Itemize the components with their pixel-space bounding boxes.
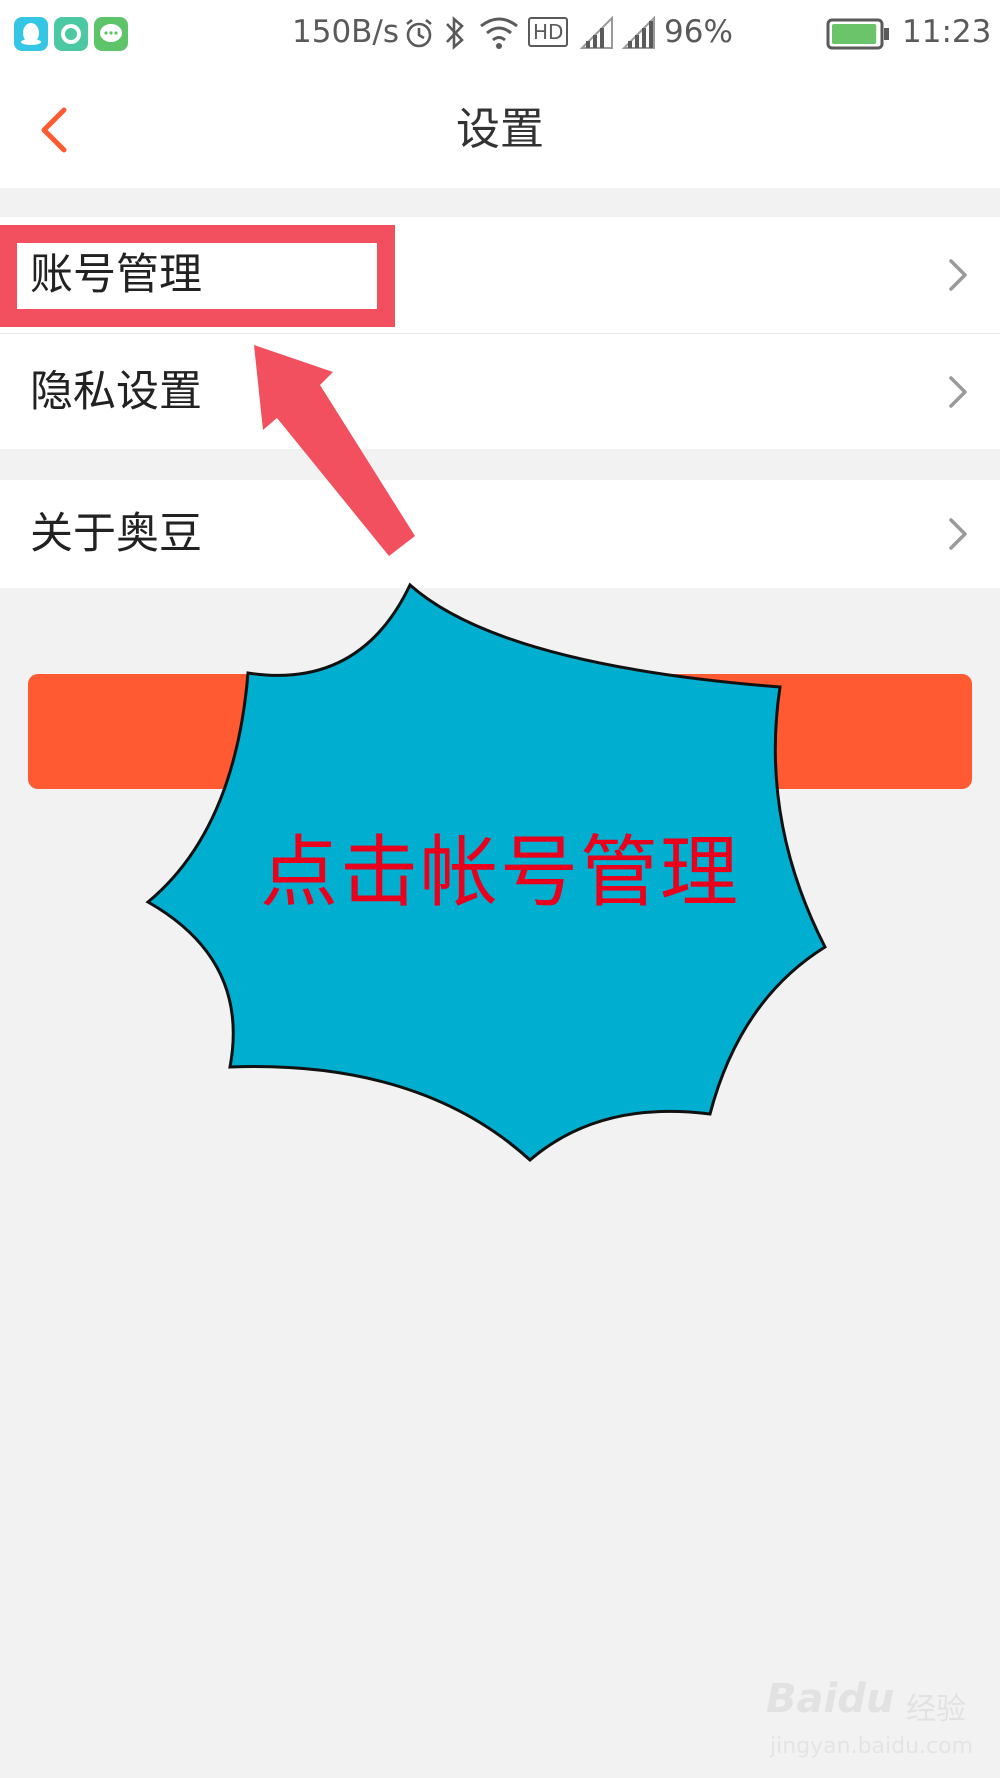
hd-label: HD: [533, 20, 564, 44]
setting-row-privacy[interactable]: 隐私设置: [0, 333, 1000, 449]
network-speed: 150B/s: [292, 14, 400, 50]
settings-group-about: 关于奥豆: [0, 480, 1000, 588]
status-bar: 150B/s HD 96% 11:23: [0, 0, 1000, 72]
setting-label: 关于奥豆: [30, 509, 202, 559]
annotation-text: 点击帐号管理: [259, 828, 740, 918]
baidu-watermark: Baidu 经验 jingyan.baidu.com: [766, 1670, 986, 1770]
logout-button[interactable]: [28, 674, 972, 789]
watermark-cn: 经验: [906, 1692, 966, 1727]
signal-icon: [622, 16, 655, 49]
setting-label: 隐私设置: [30, 367, 202, 417]
battery-percent: 96%: [664, 14, 733, 50]
back-button[interactable]: [30, 96, 90, 164]
settings-group-account: 账号管理 隐私设置: [0, 217, 1000, 449]
setting-row-account-management[interactable]: 账号管理: [0, 217, 1000, 333]
watermark-url: jingyan.baidu.com: [770, 1734, 974, 1759]
signal-icon: [580, 16, 613, 49]
title-bar: 设置: [0, 72, 1000, 188]
page-title: 设置: [456, 104, 544, 155]
message-icon: [94, 17, 128, 51]
chevron-right-icon: [949, 376, 967, 408]
setting-row-about[interactable]: 关于奥豆: [0, 480, 1000, 588]
watermark-brand: Baidu: [766, 1676, 895, 1722]
battery-icon: [826, 18, 889, 50]
wifi-icon: [480, 17, 518, 49]
clock: 11:23: [902, 14, 992, 50]
alarm-icon: [406, 18, 432, 48]
setting-label: 账号管理: [30, 250, 202, 300]
hd-badge: HD: [528, 17, 568, 47]
chat-bubble-icon: [54, 17, 88, 51]
qq-icon: [14, 17, 48, 51]
chevron-right-icon: [949, 259, 967, 291]
chevron-left-icon: [41, 107, 67, 153]
chevron-right-icon: [949, 518, 967, 550]
bluetooth-icon: [446, 16, 464, 50]
settings-screen: 150B/s HD 96% 11:23 设置 账号管理 隐私设置 关于奥豆 点击…: [0, 0, 1000, 1778]
